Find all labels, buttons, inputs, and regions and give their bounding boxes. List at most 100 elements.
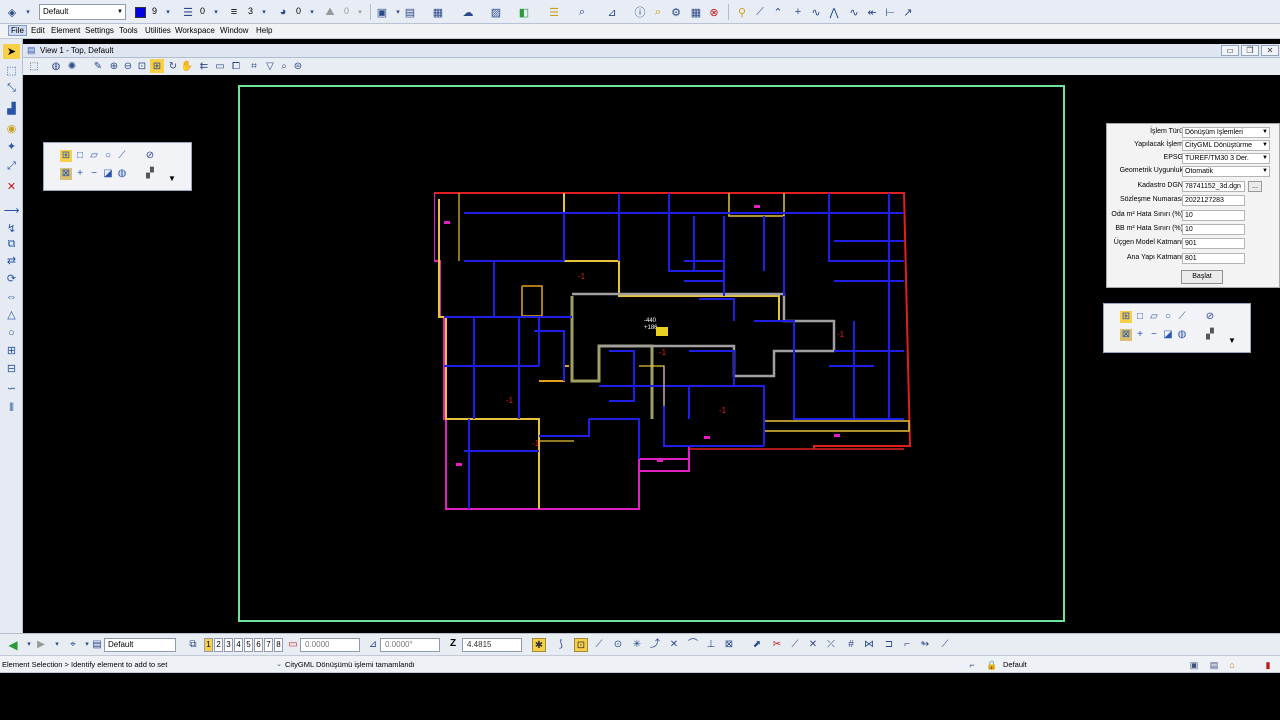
main-layer-field[interactable]: 801 (1182, 253, 1245, 264)
view-button-6[interactable]: 6 (254, 638, 263, 652)
camera-icon[interactable]: ⊜ (291, 59, 305, 73)
subtract-icon[interactable]: − (88, 168, 100, 180)
align-icon[interactable]: ⟋ (938, 638, 952, 652)
join-icon[interactable]: ⋈ (862, 638, 876, 652)
line-style-icon[interactable]: ☰ (180, 4, 196, 20)
fill-icon[interactable]: ◪ (102, 168, 114, 180)
circle-icon[interactable]: ○ (102, 150, 114, 162)
fill-icon[interactable]: ▟ (3, 101, 20, 116)
info-icon[interactable]: ⓘ (632, 4, 648, 20)
arrow-left-icon[interactable]: ↞ (864, 4, 880, 20)
view-attributes-icon[interactable]: ⬚ (27, 59, 41, 73)
menu-file[interactable]: File (8, 25, 27, 36)
z-field[interactable]: 4.4815 (462, 638, 522, 652)
chevron-down-icon[interactable]: ▾ (160, 4, 176, 20)
text-icon[interactable]: ⦀ (3, 401, 20, 416)
document-icon[interactable]: ▤ (1208, 659, 1220, 671)
view-group-select[interactable]: Default (104, 638, 176, 652)
view-next-icon[interactable]: ▭ (213, 59, 227, 73)
process-type-select[interactable]: Dönüşüm İşlemleri ▼ (1182, 127, 1270, 138)
arrow-right-icon[interactable]: ↗ (900, 4, 916, 20)
snap-icon[interactable]: ⊠ (1120, 329, 1132, 341)
move-icon[interactable]: ⇄ (3, 253, 20, 268)
line-tool-icon[interactable]: ⟶ (3, 203, 20, 218)
snap-center-icon[interactable]: ⊙ (611, 638, 625, 652)
search-icon[interactable]: ⌕ (277, 59, 291, 73)
chevron-down-icon[interactable]: ▾ (256, 4, 272, 20)
geometric-select[interactable]: Otomatik ▼ (1182, 166, 1270, 177)
start-button[interactable]: Başlat (1181, 270, 1223, 284)
chevron-up-icon[interactable]: ⌃ (770, 4, 786, 20)
analyze-icon[interactable]: ⌕ (574, 4, 590, 20)
copy-icon[interactable]: ⧉ (3, 237, 20, 252)
multi-cross-icon[interactable]: ⤫ (824, 638, 838, 652)
bb-tolerance-field[interactable]: 10 (1182, 224, 1245, 235)
x-field[interactable]: 0.0000 (300, 638, 360, 652)
modify-icon[interactable]: ↬ (918, 638, 932, 652)
menu-element[interactable]: Element (51, 26, 80, 35)
menu-edit[interactable]: Edit (31, 26, 45, 35)
chevron-down-icon[interactable]: ▾ (352, 4, 368, 20)
menu-utilities[interactable]: Utilities (145, 26, 171, 35)
clear-icon[interactable]: ⊘ (1204, 311, 1216, 323)
break-icon[interactable]: ⟋ (788, 638, 802, 652)
filter-icon[interactable]: ▽ (263, 59, 277, 73)
drawing-canvas[interactable]: -1 -1 -1 -1 -1 -1 -440 +186 ⊞ □ ▱ ○ ⟋ ⊘ … (23, 75, 1280, 633)
rectangle-icon[interactable]: □ (74, 150, 86, 162)
manipulate-icon[interactable]: ⤡ (3, 81, 20, 96)
chevron-down-icon[interactable]: ▾ (304, 4, 320, 20)
view-button-8[interactable]: 8 (274, 638, 283, 652)
subtract-icon[interactable]: − (1148, 329, 1160, 341)
menu-workspace[interactable]: Workspace (175, 26, 215, 35)
extend-icon[interactable]: ⬈ (750, 638, 764, 652)
snap-intersection-icon[interactable]: ✕ (667, 638, 681, 652)
chamfer-icon[interactable]: ⌐ (900, 638, 914, 652)
view-button-2[interactable]: 2 (214, 638, 223, 652)
display-style-icon[interactable]: ◍ (49, 59, 63, 73)
array-icon[interactable]: ⊞ (3, 343, 20, 358)
color-swatch-icon[interactable] (132, 4, 148, 20)
circle-icon[interactable]: ○ (3, 325, 20, 340)
view-button-7[interactable]: 7 (264, 638, 273, 652)
zoom-in-icon[interactable]: ⊕ (107, 59, 121, 73)
measure-icon[interactable]: ⊿ (604, 4, 620, 20)
fill-icon[interactable]: ◪ (1162, 329, 1174, 341)
view-button-1[interactable]: 1 (204, 638, 213, 652)
chevron-down-icon[interactable]: ▾ (20, 4, 36, 20)
globe-icon[interactable]: ◍ (116, 168, 128, 180)
angle-field[interactable]: 0.0000° (380, 638, 440, 652)
fence-icon[interactable]: ⬚ (3, 63, 20, 78)
element-selection-icon[interactable]: ▣ (374, 4, 390, 20)
delete-icon[interactable]: ✕ (3, 179, 20, 194)
lock-icon[interactable]: 🔒 (986, 659, 998, 671)
parallelogram-icon[interactable]: ▱ (1148, 311, 1160, 323)
bracket-icon[interactable]: ⊢ (882, 4, 898, 20)
circle-icon[interactable]: ○ (1162, 311, 1174, 323)
hash-icon[interactable]: # (844, 638, 858, 652)
view-group-icon[interactable]: ▤ (90, 638, 104, 652)
browse-button[interactable]: ... (1248, 181, 1262, 192)
forward-icon[interactable]: ▶ (34, 638, 48, 652)
snap-keypoint-icon[interactable]: ⟆ (554, 638, 568, 652)
raster-icon[interactable]: ☁ (460, 4, 476, 20)
lightbulb-icon[interactable]: ✦ (3, 139, 20, 154)
transparency-icon[interactable]: ◕ (275, 4, 291, 20)
contract-field[interactable]: 2022127283 (1182, 195, 1245, 206)
snap-icon[interactable]: ⊠ (60, 168, 72, 180)
view-button-5[interactable]: 5 (244, 638, 253, 652)
microstation-logo-icon[interactable]: ◈ (4, 4, 20, 20)
settings-icon[interactable]: ⚙ (668, 4, 684, 20)
selection-arrow-icon[interactable]: ➤ (3, 44, 20, 59)
triangle-icon[interactable]: △ (3, 307, 20, 322)
active-level-select[interactable]: Default ▼ (39, 4, 126, 20)
draw-icon[interactable]: ✎ (91, 59, 105, 73)
chevron-down-icon[interactable]: ▾ (50, 638, 64, 652)
line-string-icon[interactable]: ↯ (3, 221, 20, 236)
epsg-select[interactable]: TUREF/TM30 3 Der. ▼ (1182, 153, 1270, 164)
save-icon[interactable]: ▣ (1188, 659, 1200, 671)
cancel-icon[interactable]: ⊗ (706, 4, 722, 20)
snap-origin-icon[interactable]: ✳ (630, 638, 644, 652)
new-file-icon[interactable]: ▤ (402, 4, 418, 20)
view-button-4[interactable]: 4 (234, 638, 243, 652)
select-icon[interactable]: ▞ (1204, 329, 1216, 341)
